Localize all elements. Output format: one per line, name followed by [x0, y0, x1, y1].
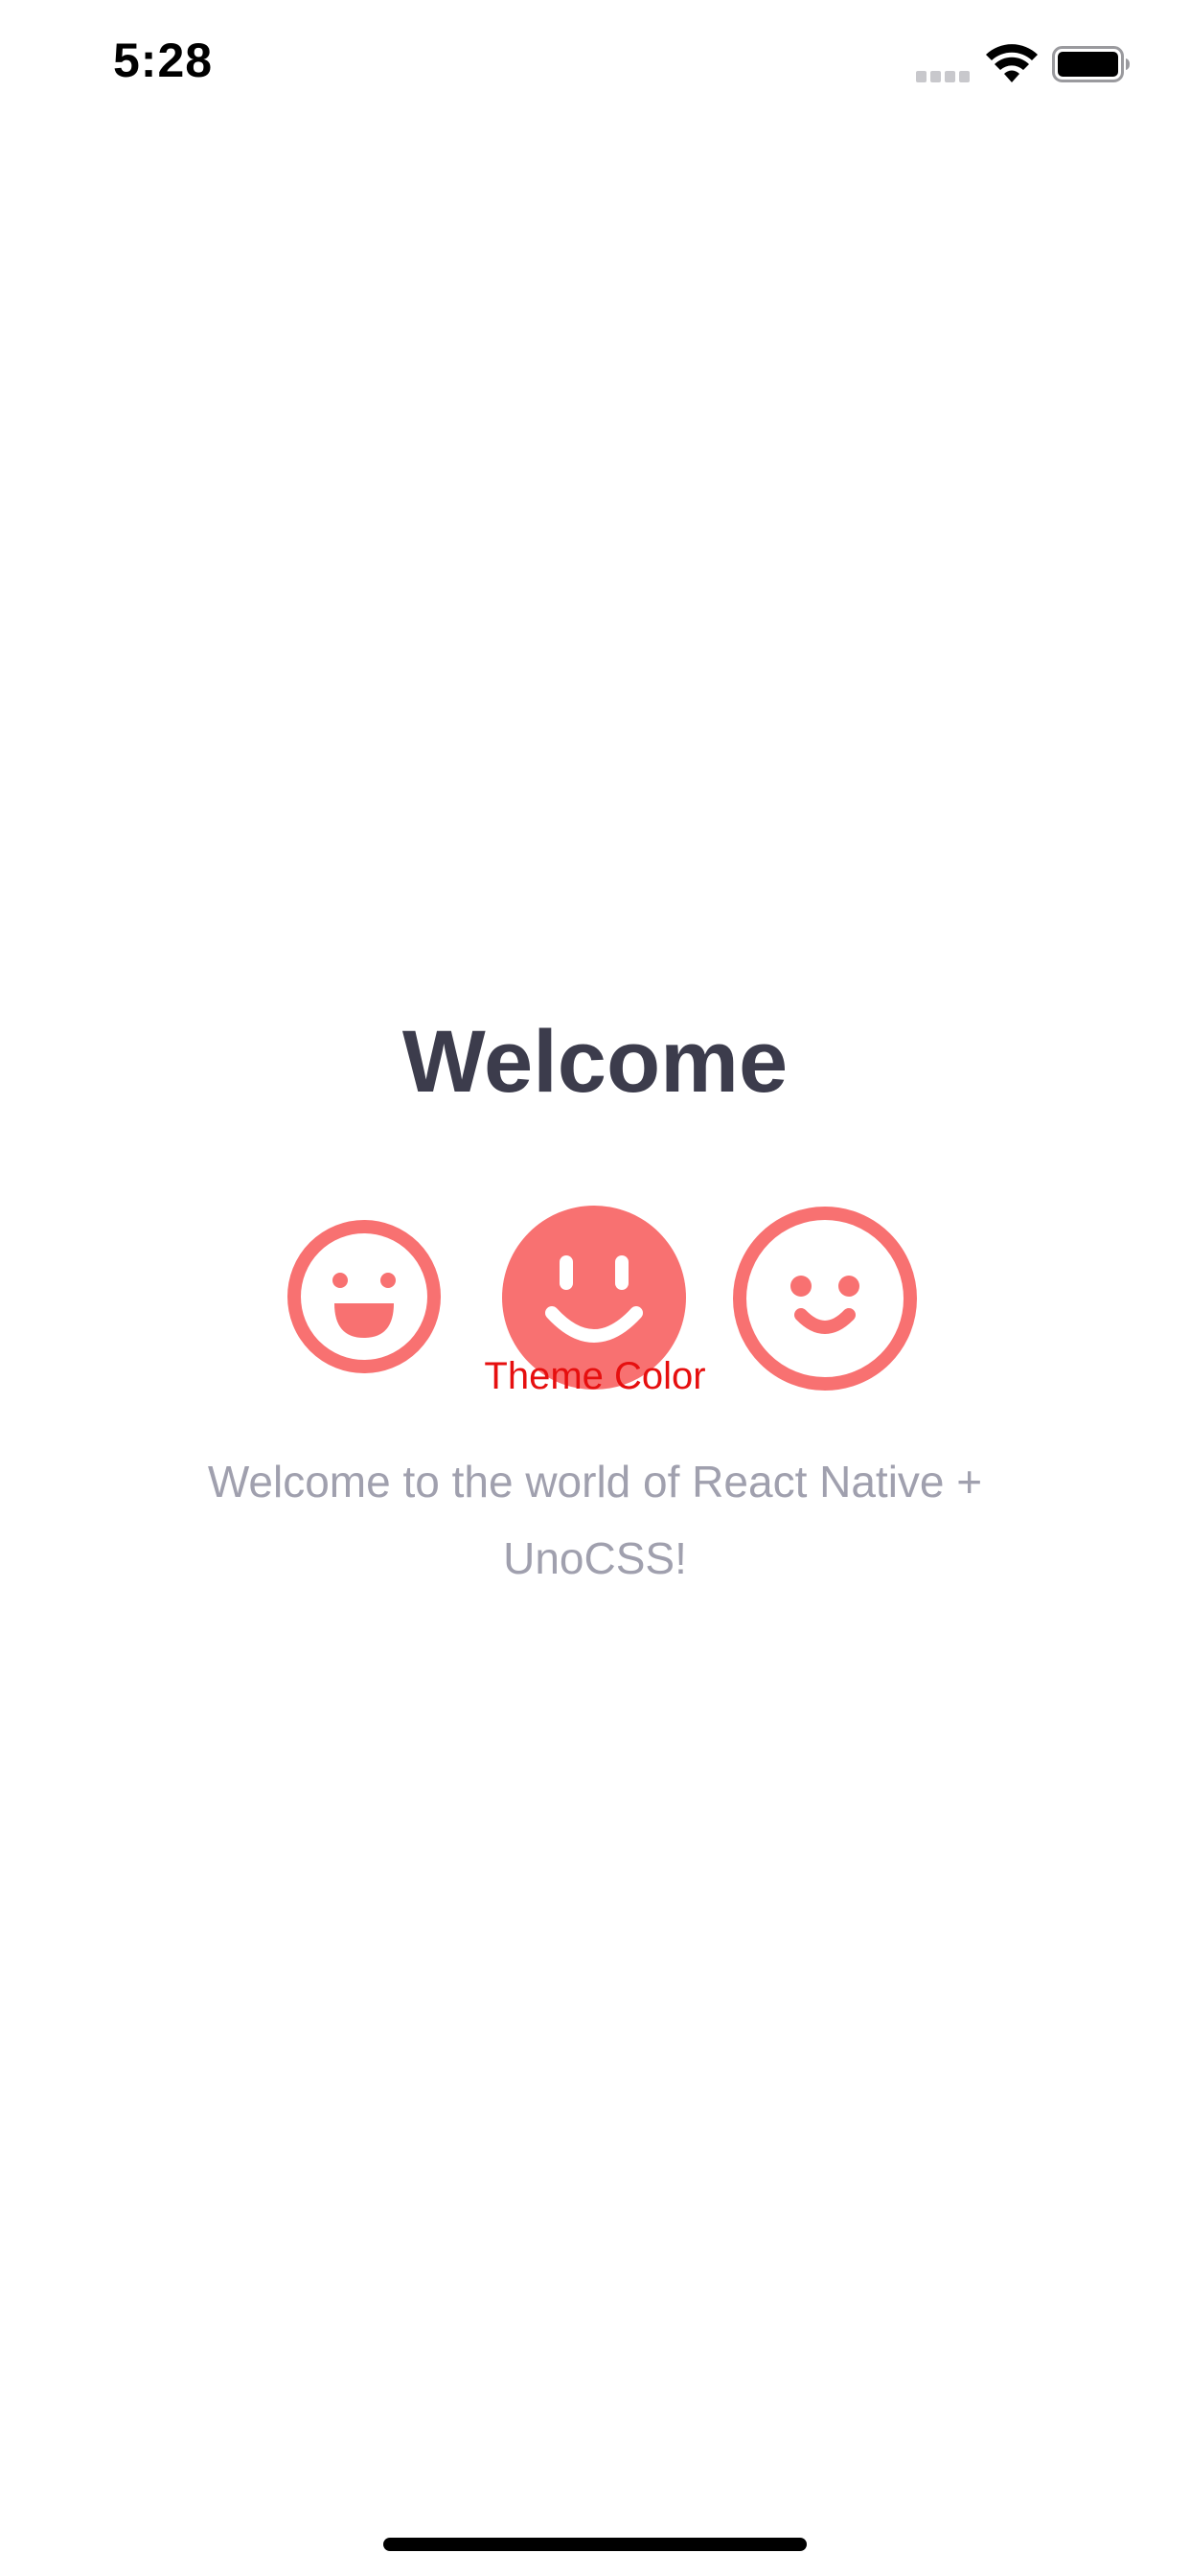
home-indicator[interactable]	[383, 2538, 807, 2551]
icons-row	[0, 1169, 1190, 1391]
battery-icon	[1052, 46, 1130, 82]
welcome-subtitle: Welcome to the world of React Native + U…	[207, 1457, 983, 1583]
page-title: Welcome	[401, 1013, 789, 1111]
theme-color-label: Theme Color	[484, 1355, 706, 1397]
wifi-icon	[986, 44, 1038, 82]
signal-icon	[916, 71, 970, 82]
status-bar: 5:28	[0, 0, 1190, 134]
laugh-icon	[287, 1220, 441, 1373]
status-time: 5:28	[113, 34, 214, 87]
